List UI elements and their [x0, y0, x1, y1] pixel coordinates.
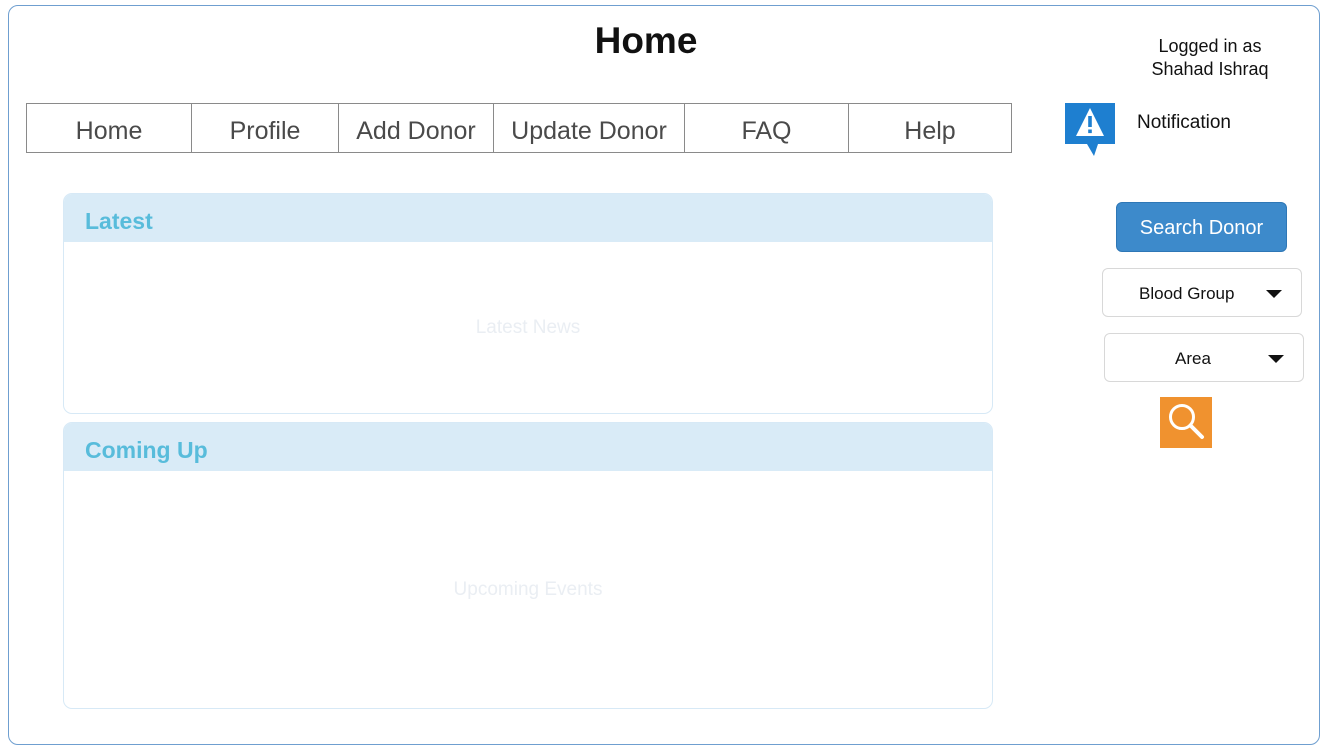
page-title: Home — [594, 20, 698, 61]
search-icon[interactable] — [1160, 397, 1212, 448]
main-nav: Home Profile Add Donor Update Donor FAQ … — [26, 103, 1012, 153]
logged-in-label: Logged in as — [1158, 36, 1262, 56]
notification-icon[interactable] — [1062, 100, 1118, 158]
caret-down-icon — [1266, 290, 1282, 298]
latest-panel-title: Latest — [64, 194, 992, 242]
area-select[interactable]: Area — [1104, 333, 1304, 382]
nav-item-faq[interactable]: FAQ — [685, 104, 849, 152]
search-donor-button[interactable]: Search Donor — [1116, 202, 1287, 252]
caret-down-icon — [1268, 355, 1284, 363]
logged-in-user: Logged in as Shahad Ishraq — [1120, 35, 1300, 81]
coming-up-panel: Coming Up Upcoming Events — [63, 422, 993, 709]
nav-item-home[interactable]: Home — [27, 104, 192, 152]
nav-item-help[interactable]: Help — [849, 104, 1011, 152]
nav-item-update-donor[interactable]: Update Donor — [494, 104, 685, 152]
latest-panel: Latest Latest News — [63, 193, 993, 414]
nav-item-profile[interactable]: Profile — [192, 104, 339, 152]
blood-group-select[interactable]: Blood Group — [1102, 268, 1302, 317]
blood-group-select-label: Blood Group — [1139, 284, 1235, 303]
upcoming-events-placeholder: Upcoming Events — [453, 578, 603, 600]
area-select-label: Area — [1175, 349, 1211, 368]
notification-label[interactable]: Notification — [1137, 112, 1231, 134]
coming-up-panel-title: Coming Up — [64, 423, 992, 471]
nav-item-add-donor[interactable]: Add Donor — [339, 104, 494, 152]
user-name: Shahad Ishraq — [1151, 59, 1269, 79]
latest-news-placeholder: Latest News — [475, 316, 581, 338]
